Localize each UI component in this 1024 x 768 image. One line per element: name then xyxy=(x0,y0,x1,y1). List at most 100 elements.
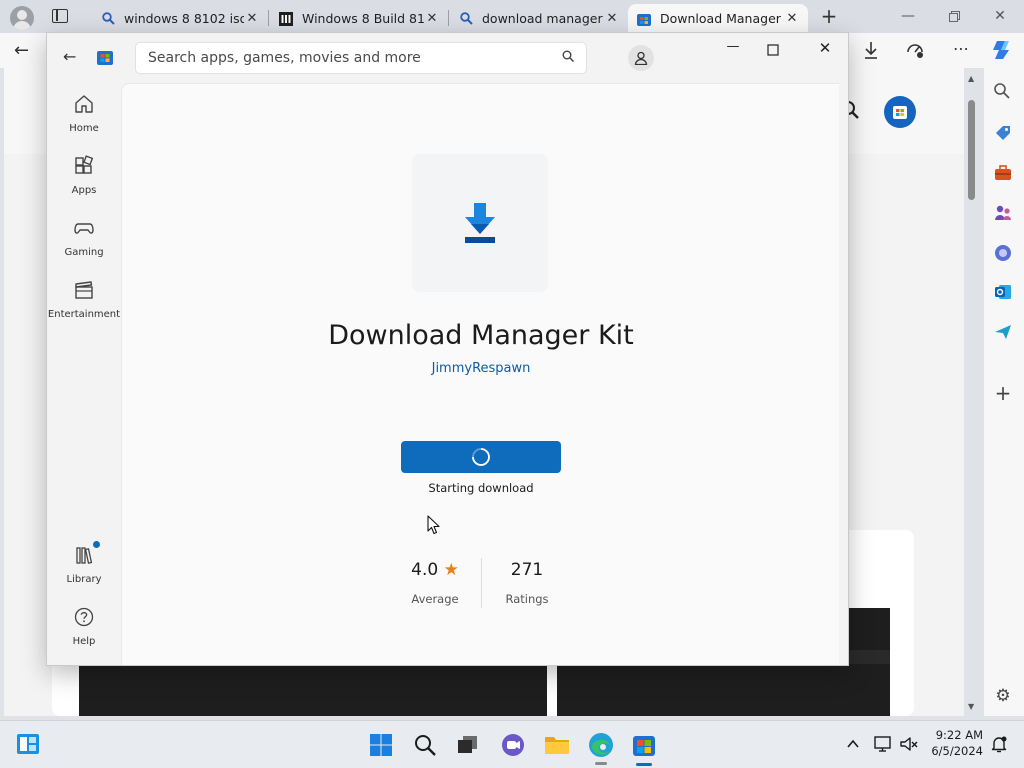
nav-library[interactable]: Library xyxy=(47,541,121,598)
nav-home[interactable]: Home xyxy=(47,91,121,147)
tab-windows-8-build[interactable]: Windows 8 Build 810 ✕ xyxy=(270,4,448,33)
download-status-text: Starting download xyxy=(428,481,534,495)
get-button-loading[interactable] xyxy=(401,441,561,473)
network-icon[interactable] xyxy=(873,735,893,753)
nav-entertainment[interactable]: Entertainment xyxy=(47,277,121,333)
browser-sidebar: + ⚙ xyxy=(984,68,1024,716)
store-minimize-icon[interactable]: — xyxy=(719,39,747,59)
downloads-icon[interactable] xyxy=(862,40,882,62)
close-tab-icon[interactable]: ✕ xyxy=(784,11,800,26)
archive-icon xyxy=(278,11,294,27)
nav-gaming[interactable]: Gaming xyxy=(47,215,121,271)
browser-close-icon[interactable]: ✕ xyxy=(980,4,1020,28)
entertainment-icon xyxy=(73,277,95,303)
show-hidden-icons-chevron-icon[interactable] xyxy=(846,736,862,752)
search-icon xyxy=(458,11,474,27)
copilot-icon[interactable] xyxy=(990,38,1014,62)
library-icon xyxy=(73,541,100,568)
tab-actions-icon[interactable] xyxy=(52,9,68,23)
tab-title: Windows 8 Build 810 xyxy=(302,11,424,26)
star-icon: ★ xyxy=(443,560,459,580)
browser-back-icon[interactable]: ← xyxy=(14,40,36,62)
nav-label: Entertainment xyxy=(47,309,121,320)
nav-label: Gaming xyxy=(64,247,104,258)
tab-title: windows 8 8102 iso - xyxy=(124,11,244,26)
notification-bell-icon[interactable] xyxy=(990,735,1008,753)
account-icon[interactable] xyxy=(628,45,654,71)
sidebar-copilot-icon[interactable] xyxy=(994,244,1012,262)
download-arrow-icon xyxy=(465,203,495,243)
mouse-cursor-icon xyxy=(427,515,441,535)
volume-muted-icon[interactable] xyxy=(899,735,919,753)
task-view-icon[interactable] xyxy=(456,734,480,756)
nav-help[interactable]: Help xyxy=(47,604,121,660)
sidebar-games-icon[interactable] xyxy=(994,204,1012,222)
store-back-icon[interactable]: ← xyxy=(63,47,83,67)
sidebar-tools-icon[interactable] xyxy=(994,164,1012,182)
store-maximize-icon[interactable] xyxy=(767,41,787,61)
taskbar: 9:22 AM 6/5/2024 xyxy=(0,720,1024,768)
sidebar-search-icon[interactable] xyxy=(993,82,1013,102)
app-title: Download Manager Kit xyxy=(328,320,634,351)
close-tab-icon[interactable]: ✕ xyxy=(244,11,260,26)
sidebar-add-icon[interactable]: + xyxy=(994,383,1012,403)
more-options-icon[interactable]: ⋯ xyxy=(950,39,972,61)
ratings-count: 271 xyxy=(510,560,544,580)
taskbar-store-icon[interactable] xyxy=(631,732,657,766)
tab-download-manager-kit[interactable]: Download Manager K ✕ xyxy=(628,4,808,33)
rating-label: Average xyxy=(411,592,459,606)
tab-search-download-manager[interactable]: download manager - ✕ xyxy=(450,4,628,33)
teams-chat-icon[interactable] xyxy=(500,733,526,757)
sidebar-outlook-icon[interactable] xyxy=(994,283,1012,301)
sidebar-send-icon[interactable] xyxy=(994,323,1012,341)
gaming-icon xyxy=(73,215,95,241)
apps-icon xyxy=(73,153,95,179)
taskbar-search-icon[interactable] xyxy=(413,733,437,757)
taskbar-clock[interactable]: 9:22 AM 6/5/2024 xyxy=(925,727,983,759)
update-badge-dot xyxy=(93,541,100,548)
browser-restore-icon[interactable] xyxy=(934,4,974,28)
rating-value: 4.0 ★ xyxy=(400,560,470,580)
widgets-icon[interactable] xyxy=(16,733,40,755)
page-scrollbar[interactable]: ▲ ▼ xyxy=(966,74,978,716)
rating-divider xyxy=(481,558,482,608)
search-placeholder: Search apps, games, movies and more xyxy=(148,50,421,66)
close-tab-icon[interactable]: ✕ xyxy=(424,11,440,26)
video-thumbnail[interactable] xyxy=(79,666,547,716)
store-icon xyxy=(636,11,652,27)
app-detail-content: Download Manager Kit JimmyRespawn Starti… xyxy=(121,83,839,665)
ratings-count-label: Ratings xyxy=(505,592,549,606)
tab-separator xyxy=(448,10,449,26)
sidebar-settings-icon[interactable]: ⚙ xyxy=(993,686,1013,706)
store-logo-icon xyxy=(97,49,113,65)
browser-tab-strip: windows 8 8102 iso - ✕ Windows 8 Build 8… xyxy=(0,0,1024,33)
file-explorer-icon[interactable] xyxy=(543,733,571,757)
store-title-bar: ← Search apps, games, movies and more — … xyxy=(47,33,848,81)
home-icon xyxy=(73,91,95,117)
tab-title: download manager - xyxy=(482,11,604,26)
web-store-badge-icon[interactable] xyxy=(884,96,916,128)
search-icon[interactable] xyxy=(562,50,575,66)
nav-label: Help xyxy=(72,636,96,647)
nav-label: Home xyxy=(69,123,99,134)
store-close-icon[interactable]: ✕ xyxy=(813,39,837,59)
new-tab-icon[interactable]: + xyxy=(818,5,840,27)
clock-time: 9:22 AM xyxy=(935,728,983,742)
start-windows-icon[interactable] xyxy=(369,733,393,757)
close-tab-icon[interactable]: ✕ xyxy=(604,11,620,26)
profile-avatar-icon[interactable] xyxy=(10,6,34,30)
browser-minimize-icon[interactable]: — xyxy=(888,4,928,28)
clock-date: 6/5/2024 xyxy=(931,744,983,758)
edge-browser-icon[interactable] xyxy=(588,732,614,765)
app-publisher-link[interactable]: JimmyRespawn xyxy=(122,361,840,376)
nav-apps[interactable]: Apps xyxy=(47,153,121,209)
nav-label: Library xyxy=(66,574,102,585)
help-icon xyxy=(73,604,95,630)
tab-title: Download Manager K xyxy=(660,11,784,26)
store-search-input[interactable]: Search apps, games, movies and more xyxy=(135,42,587,74)
tab-search-windows-8[interactable]: windows 8 8102 iso - ✕ xyxy=(92,4,268,33)
sidebar-shopping-icon[interactable] xyxy=(994,124,1012,142)
performance-icon[interactable] xyxy=(905,40,927,62)
loading-spinner-icon xyxy=(472,448,490,466)
nav-label: Apps xyxy=(71,185,97,196)
